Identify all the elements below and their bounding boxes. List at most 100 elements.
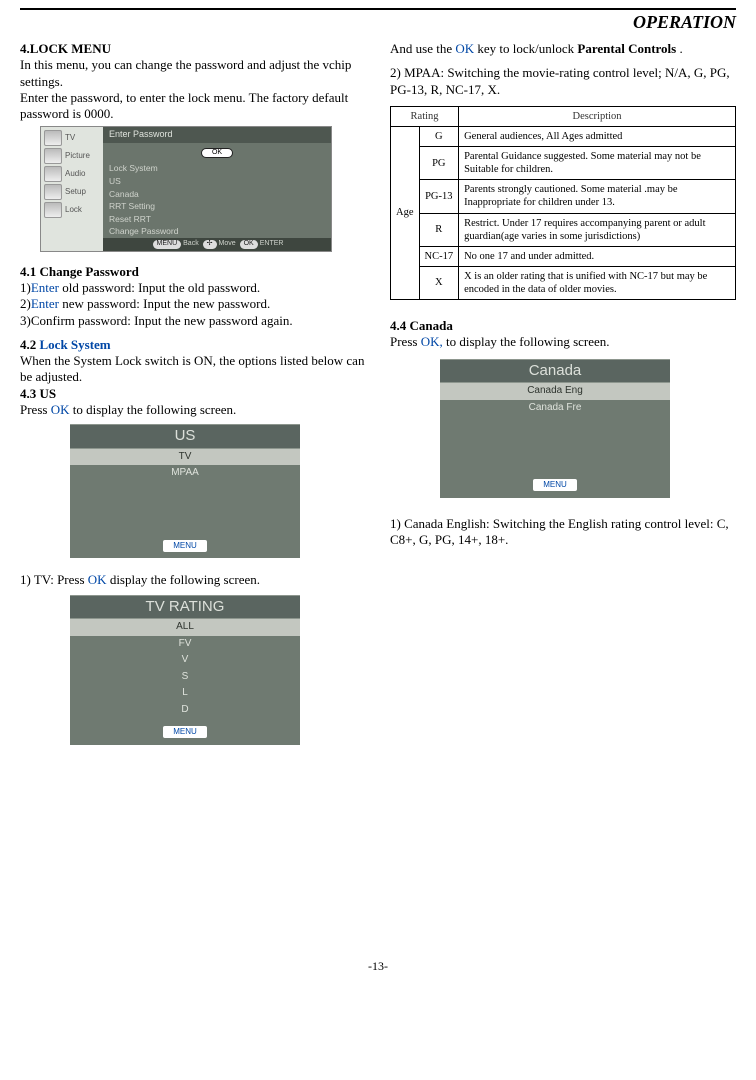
cp1b: Enter bbox=[31, 280, 59, 295]
table-row: R Restrict. Under 17 requires accompanyi… bbox=[391, 213, 736, 246]
table-row: Age G General audiences, All Ages admitt… bbox=[391, 126, 736, 146]
osd-side-lock: Lock bbox=[41, 201, 103, 219]
p1e: . bbox=[676, 41, 683, 56]
parental-controls-line: And use the OK key to lock/unlock Parent… bbox=[390, 41, 736, 57]
spacer bbox=[20, 329, 366, 337]
tv-press-ok: 1) TV: Press OK display the following sc… bbox=[20, 572, 366, 588]
cp-line2: 2)Enter new password: Input the new pass… bbox=[20, 296, 366, 312]
us-panel-body: TV MPAA MENU bbox=[70, 449, 300, 559]
table-row: PG-13 Parents strongly cautioned. Some m… bbox=[391, 180, 736, 213]
rate-g: G bbox=[419, 126, 459, 146]
cp1c: old password: Input the old password. bbox=[59, 280, 260, 295]
desc-pg13: Parents strongly cautioned. Some materia… bbox=[459, 180, 736, 213]
p1c: key to lock/unlock bbox=[474, 41, 577, 56]
osd-menu-pill: MENU bbox=[153, 240, 182, 249]
right-column: And use the OK key to lock/unlock Parent… bbox=[390, 41, 736, 759]
hdr-desc: Description bbox=[459, 106, 736, 126]
tvrating-panel: TV RATING ALL FV V S L D MENU bbox=[70, 595, 300, 745]
us-panel-row-tv: TV bbox=[70, 449, 300, 466]
lock-icon bbox=[44, 202, 62, 218]
osd-foot-enter: ENTER bbox=[260, 240, 284, 247]
age-cell: Age bbox=[391, 126, 420, 299]
h-lock-system: 4.2 Lock System bbox=[20, 337, 366, 353]
p1b: OK bbox=[455, 41, 474, 56]
tvr-row: S bbox=[70, 669, 300, 686]
tvr-row: V bbox=[70, 652, 300, 669]
osd-row: Canada bbox=[103, 188, 331, 201]
tvr-row: ALL bbox=[70, 619, 300, 636]
canada-panel-body: Canada Eng Canada Fre MENU bbox=[440, 383, 670, 498]
audio-icon bbox=[44, 166, 62, 182]
us-panel-menu: MENU bbox=[163, 540, 207, 552]
osd-side-audio: Audio bbox=[41, 165, 103, 183]
lock-system-desc: When the System Lock switch is ON, the o… bbox=[20, 353, 366, 386]
osd-ok-row: OK bbox=[103, 143, 331, 163]
table-row: X X is an older rating that is unified w… bbox=[391, 266, 736, 299]
page-number: -13- bbox=[20, 959, 736, 974]
tvrating-title: TV RATING bbox=[70, 595, 300, 620]
lock-menu-desc2: Enter the password, to enter the lock me… bbox=[20, 90, 366, 123]
rate-nc17: NC-17 bbox=[419, 246, 459, 266]
desc-nc17: No one 17 and under admitted. bbox=[459, 246, 736, 266]
cp2b: Enter bbox=[31, 296, 59, 311]
osd-lock-menu: TV Picture Audio Setup Lock Enter Passwo… bbox=[40, 126, 332, 252]
tvrating-menu: MENU bbox=[163, 726, 207, 738]
osd-row: RRT Setting bbox=[103, 200, 331, 213]
tvr-row: FV bbox=[70, 636, 300, 653]
h42a: 4.2 bbox=[20, 337, 40, 352]
osd-ok-footer-pill: OK bbox=[240, 240, 258, 249]
table-row: Rating Description bbox=[391, 106, 736, 126]
osd-foot-move: Move bbox=[219, 240, 236, 247]
p44c: to display the following screen. bbox=[443, 334, 610, 349]
tv-icon bbox=[44, 130, 62, 146]
p43a: Press bbox=[20, 402, 51, 417]
rate-pg: PG bbox=[419, 147, 459, 180]
lock-menu-desc1: In this menu, you can change the passwor… bbox=[20, 57, 366, 90]
cp-line1: 1)Enter old password: Input the old pass… bbox=[20, 280, 366, 296]
picture-icon bbox=[44, 148, 62, 164]
desc-pg: Parental Guidance suggested. Some materi… bbox=[459, 147, 736, 180]
canada-row-eng: Canada Eng bbox=[440, 383, 670, 400]
osd-main: Enter Password OK Lock System US Canada … bbox=[103, 127, 331, 251]
osd-side-picture-label: Picture bbox=[65, 151, 90, 161]
mpaa-desc: 2) MPAA: Switching the movie-rating cont… bbox=[390, 65, 736, 98]
tvr-row: D bbox=[70, 702, 300, 719]
canada-panel-title: Canada bbox=[440, 359, 670, 384]
osd-side-audio-label: Audio bbox=[65, 169, 85, 179]
osd-sidebar: TV Picture Audio Setup Lock bbox=[41, 127, 103, 251]
osd-side-tv: TV bbox=[41, 129, 103, 147]
canada-row-fre: Canada Fre bbox=[440, 400, 670, 417]
p43b: OK bbox=[51, 402, 70, 417]
tvla: 1) TV: Press bbox=[20, 572, 88, 587]
canada-press-ok: Press OK, to display the following scree… bbox=[390, 334, 736, 350]
tvrating-body: ALL FV V S L D MENU bbox=[70, 619, 300, 745]
cp1a: 1) bbox=[20, 280, 31, 295]
osd-side-picture: Picture bbox=[41, 147, 103, 165]
osd-row: US bbox=[103, 175, 331, 188]
h-canada: 4.4 Canada bbox=[390, 318, 736, 334]
osd-row: Reset RRT bbox=[103, 213, 331, 226]
osd-side-tv-label: TV bbox=[65, 133, 75, 143]
desc-g: General audiences, All Ages admitted bbox=[459, 126, 736, 146]
canada-panel: Canada Canada Eng Canada Fre MENU bbox=[440, 359, 670, 498]
spacer bbox=[390, 57, 736, 65]
desc-r: Restrict. Under 17 requires accompanying… bbox=[459, 213, 736, 246]
us-press-ok: Press OK to display the following screen… bbox=[20, 402, 366, 418]
tvlc: display the following screen. bbox=[107, 572, 260, 587]
osd-ok-pill: OK bbox=[201, 148, 233, 159]
canada-eng-desc: 1) Canada English: Switching the English… bbox=[390, 516, 736, 549]
p1a: And use the bbox=[390, 41, 455, 56]
spacer bbox=[70, 482, 300, 532]
osd-side-setup-label: Setup bbox=[65, 187, 86, 197]
osd-row: Change Password bbox=[103, 225, 331, 238]
us-panel-row-mpaa: MPAA bbox=[70, 465, 300, 482]
setup-icon bbox=[44, 184, 62, 200]
p44a: Press bbox=[390, 334, 421, 349]
h42b: Lock System bbox=[40, 337, 111, 352]
header-operation: OPERATION bbox=[20, 12, 736, 33]
osd-side-setup: Setup bbox=[41, 183, 103, 201]
canada-panel-menu: MENU bbox=[533, 479, 577, 491]
hdr-rating: Rating bbox=[391, 106, 459, 126]
cp-line3: 3)Confirm password: Input the new passwo… bbox=[20, 313, 366, 329]
cp2c: new password: Input the new password. bbox=[59, 296, 270, 311]
